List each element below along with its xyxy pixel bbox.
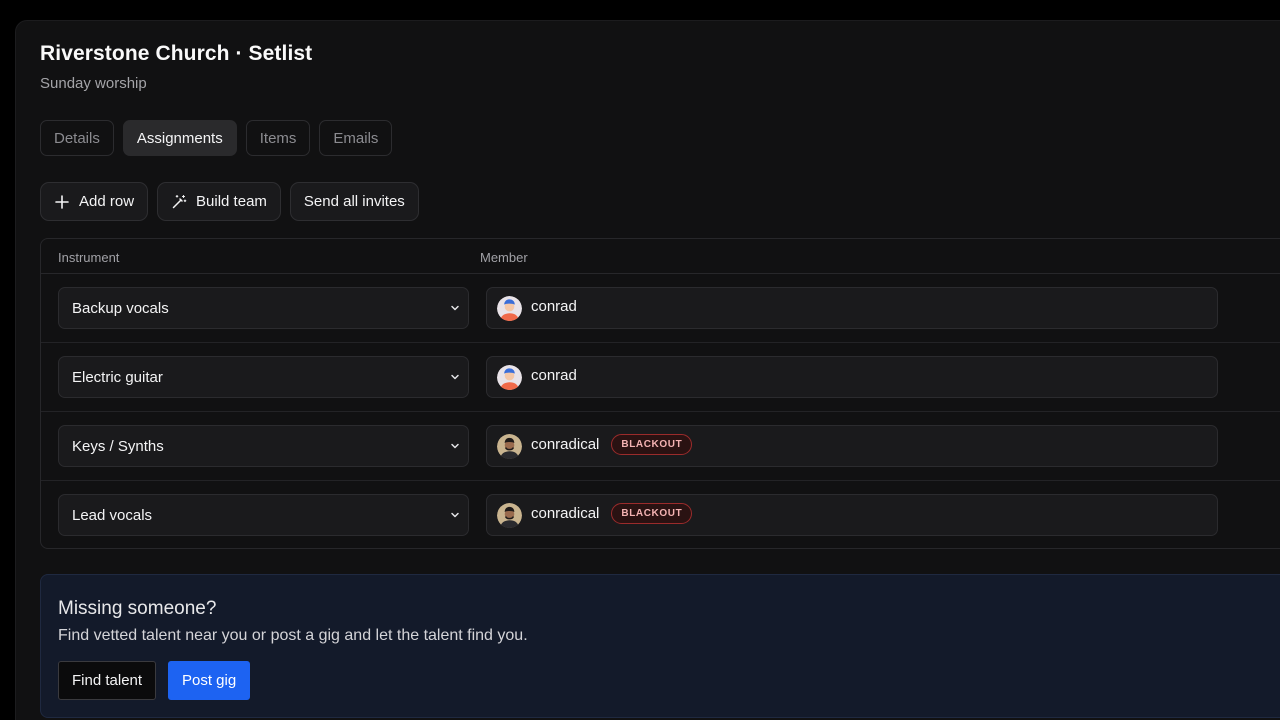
build-team-button[interactable]: Build team	[157, 182, 281, 221]
member-name: conrad	[531, 297, 577, 315]
instrument-select[interactable]: Backup vocals	[58, 287, 469, 329]
add-row-button[interactable]: Add row	[40, 182, 149, 221]
instrument-value: Backup vocals	[72, 299, 169, 317]
avatar	[497, 295, 522, 321]
tab-assignments[interactable]: Assignments	[122, 120, 237, 156]
send-all-invites-button[interactable]: Send all invites	[289, 182, 419, 221]
callout-title: Missing someone?	[58, 598, 217, 619]
instrument-value: Keys / Synths	[72, 437, 164, 455]
instrument-select[interactable]: Lead vocals	[58, 494, 469, 536]
avatar	[497, 502, 522, 528]
build-team-label: Build team	[196, 193, 267, 210]
member-name: conradical	[531, 435, 600, 453]
tab-emails[interactable]: Emails	[319, 120, 393, 156]
chevron-down-icon	[451, 374, 459, 380]
post-gig-button[interactable]: Post gig	[168, 661, 251, 700]
callout-text: Find vetted talent near you or post a gi…	[58, 627, 528, 644]
missing-someone-callout: Missing someone? Find vetted talent near…	[40, 574, 1280, 718]
chevron-down-icon	[451, 512, 459, 518]
member-field[interactable]: conrad	[486, 356, 1218, 398]
chevron-down-icon	[451, 305, 459, 311]
instrument-value: Electric guitar	[72, 368, 163, 386]
table-row: Lead vocals conradical BLACKOUT	[41, 481, 1280, 548]
column-header-member: Member	[480, 250, 528, 265]
page-subtitle: Sunday worship	[40, 75, 147, 92]
magic-wand-icon	[172, 194, 187, 208]
member-field[interactable]: conradical BLACKOUT	[486, 425, 1218, 467]
table-row: Keys / Synths conradical BLACKOUT	[41, 412, 1280, 481]
assignments-table: Instrument Member Backup vocals conrad E…	[40, 238, 1280, 549]
tab-bar: Details Assignments Items Emails	[40, 120, 393, 156]
instrument-select[interactable]: Electric guitar	[58, 356, 469, 398]
blackout-badge: BLACKOUT	[611, 433, 693, 455]
member-name: conrad	[531, 366, 577, 384]
page-title: Riverstone Church · Setlist	[40, 42, 313, 65]
chevron-down-icon	[451, 443, 459, 449]
tab-items[interactable]: Items	[245, 120, 311, 156]
send-all-invites-label: Send all invites	[303, 193, 405, 210]
find-talent-button[interactable]: Find talent	[58, 661, 157, 700]
column-header-instrument: Instrument	[58, 250, 120, 265]
table-header: Instrument Member	[41, 239, 1280, 274]
instrument-select[interactable]: Keys / Synths	[58, 425, 469, 467]
instrument-value: Lead vocals	[72, 506, 153, 524]
add-row-label: Add row	[79, 193, 135, 210]
member-field[interactable]: conrad	[486, 287, 1218, 329]
plus-icon	[55, 194, 69, 209]
tab-details[interactable]: Details	[40, 120, 114, 156]
action-bar: Add row Build team Send all invites	[40, 182, 419, 221]
table-row: Backup vocals conrad	[41, 274, 1280, 343]
member-name: conradical	[531, 504, 600, 522]
member-field[interactable]: conradical BLACKOUT	[486, 494, 1218, 536]
avatar	[497, 433, 522, 459]
blackout-badge: BLACKOUT	[611, 502, 693, 524]
table-row: Electric guitar conrad	[41, 343, 1280, 412]
avatar	[497, 364, 522, 390]
